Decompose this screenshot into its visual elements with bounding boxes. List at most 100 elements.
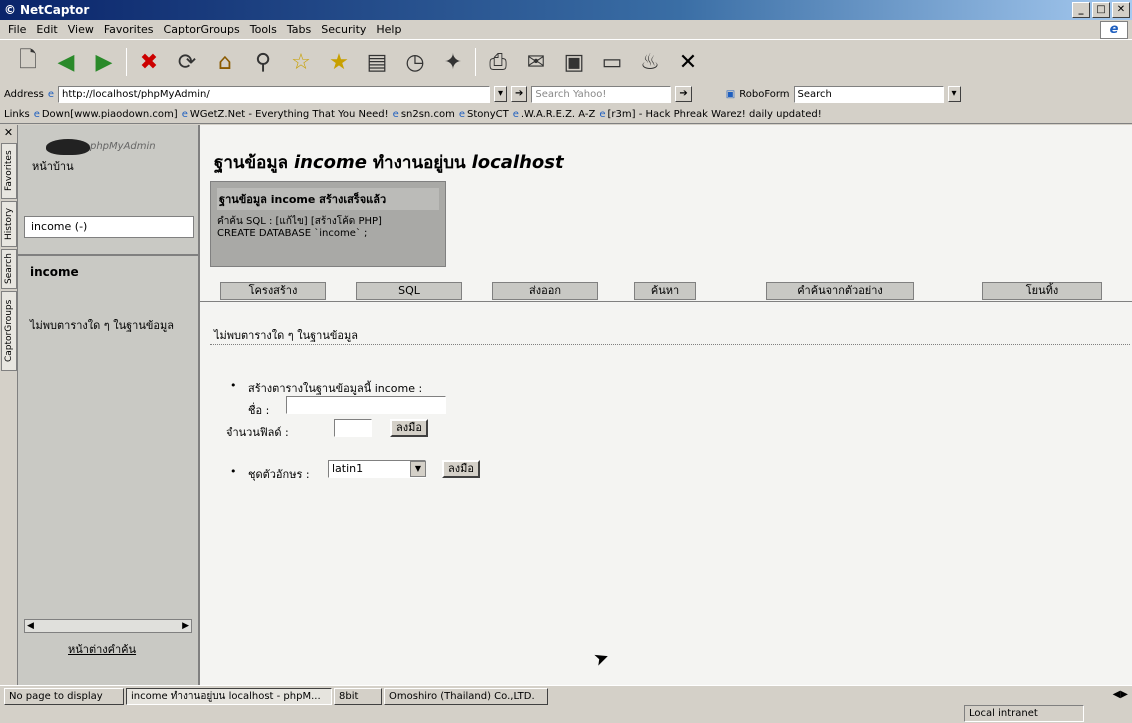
refresh-icon[interactable]: ⟳ (171, 46, 203, 78)
scroll-left-icon[interactable]: ◀ (27, 621, 34, 631)
tab-captorgroups[interactable]: CaptorGroups (1, 291, 17, 371)
database-name-link[interactable]: income (30, 265, 79, 279)
tab-omoshiro[interactable]: Omoshiro (Thailand) Co.,LTD. (384, 688, 548, 705)
scroll-right-icon[interactable]: ▶ (182, 621, 189, 631)
search-icon[interactable]: ⚲ (247, 46, 279, 78)
menu-bar: File Edit View Favorites CaptorGroups To… (0, 20, 1132, 40)
ie-page-icon: e (599, 108, 606, 120)
maximize-button[interactable]: □ (1092, 2, 1110, 18)
roboform-label[interactable]: RoboForm (739, 89, 789, 100)
link-item[interactable]: e WGetZ.Net - Everything That You Need! (182, 109, 389, 120)
menu-security[interactable]: Security (321, 23, 366, 36)
toolbar-separator (475, 48, 476, 76)
window-titlebar: © NetCaptor _ □ ✕ (0, 0, 1132, 20)
yahoo-go-icon[interactable]: ➔ (675, 86, 692, 102)
pma-content-frame: ฐานข้อมูล income ทำงานอยู่บน localhost ฐ… (200, 125, 1132, 685)
go-icon[interactable]: ➔ (511, 86, 528, 102)
address-bar: Address e http://localhost/phpMyAdmin/ ▾… (0, 84, 1132, 104)
home-icon[interactable]: ⌂ (209, 46, 241, 78)
page-view-icon[interactable]: ▣ (558, 46, 590, 78)
stop-icon[interactable]: ✖ (133, 46, 165, 78)
no-tables-message: ไม่พบตารางใด ๆ ในฐานข้อมูล (214, 329, 358, 342)
tab-favorites[interactable]: Favorites (1, 143, 17, 199)
link-item[interactable]: e StonyCT (459, 109, 509, 120)
tab-export[interactable]: ส่งออก (492, 282, 598, 300)
tab-query-by-example[interactable]: คำค้นจากตัวอย่าง (766, 282, 914, 300)
tabs-icon[interactable]: ▤ (361, 46, 393, 78)
charset-go-button[interactable]: ลงมือ (442, 460, 480, 478)
menu-tools[interactable]: Tools (250, 23, 277, 36)
tab-scroll-arrows-icon[interactable]: ◀▶ (1113, 689, 1128, 700)
minimize-button[interactable]: _ (1072, 2, 1090, 18)
links-label: Links (4, 108, 30, 120)
window-title: NetCaptor (20, 3, 90, 17)
create-table-go-button[interactable]: ลงมือ (390, 419, 428, 437)
create-table-label: สร้างตารางในฐานข้อมูลนี้ income : (248, 382, 423, 395)
table-name-input[interactable] (286, 396, 446, 414)
close-button[interactable]: ✕ (1112, 2, 1130, 18)
fullscreen-icon[interactable]: ▭ (596, 46, 628, 78)
menu-file[interactable]: File (8, 23, 26, 36)
menu-view[interactable]: View (68, 23, 94, 36)
horizontal-scrollbar[interactable]: ◀ ▶ (24, 619, 192, 633)
tab-history[interactable]: History (1, 201, 17, 247)
query-window-link[interactable]: หน้าต่างคำค้น (68, 640, 136, 658)
go-arrow-icon[interactable]: ▾ (493, 86, 508, 102)
close-tab-icon[interactable]: ✕ (672, 46, 704, 78)
add-favorite-icon[interactable]: ★ (323, 46, 355, 78)
yahoo-search-input[interactable]: Search Yahoo! (531, 85, 672, 103)
tab-search[interactable]: Search (1, 249, 17, 289)
forward-icon[interactable]: ▶ (88, 46, 120, 78)
home-link[interactable]: หน้าบ้าน (32, 157, 74, 175)
bullet-icon: • (230, 465, 237, 478)
notice-title: ฐานข้อมูล income สร้างเสร็จแล้ว (217, 188, 439, 210)
tab-income-phpmyadmin[interactable]: income ทำงานอยู่บน localhost - phpM... (126, 688, 332, 705)
charset-label: ชุดตัวอักษร : (248, 468, 310, 481)
roboform-dropdown-icon[interactable]: ▾ (947, 86, 961, 102)
link-item[interactable]: e .W.A.R.E.Z. A-Z (513, 109, 596, 120)
tab-no-page[interactable]: No page to display (4, 688, 124, 705)
ie-page-icon: e (458, 108, 465, 120)
menu-tabs[interactable]: Tabs (287, 23, 311, 36)
tab-drop[interactable]: โยนทิ้ง (982, 282, 1102, 300)
link-item[interactable]: e sn2sn.com (393, 109, 455, 120)
history-icon[interactable]: ◷ (399, 46, 431, 78)
chevron-down-icon[interactable]: ▼ (410, 461, 426, 477)
field-count-input[interactable] (334, 419, 372, 437)
phpmyadmin-logo-icon[interactable] (46, 139, 90, 155)
link-item[interactable]: e [r3m] - Hack Phreak Warez! daily update… (599, 109, 821, 120)
address-label: Address (4, 88, 44, 100)
menu-captorgroups[interactable]: CaptorGroups (164, 23, 240, 36)
favorites-star-icon[interactable]: ☆ (285, 46, 317, 78)
tab-search[interactable]: ค้นหา (634, 282, 696, 300)
clean-icon[interactable]: ♨ (634, 46, 666, 78)
popup-killer-icon[interactable]: ✦ (437, 46, 469, 78)
menu-help[interactable]: Help (376, 23, 401, 36)
database-select[interactable]: income (-) (24, 216, 194, 238)
main-toolbar: 🗋 ◀ ▶ ✖ ⟳ ⌂ ⚲ ☆ ★ ▤ ◷ ✦ ⎙ ✉ ▣ ▭ ♨ ✕ (0, 41, 1132, 83)
close-explorer-icon[interactable]: ✕ (0, 125, 17, 141)
logo-text: phpMyAdmin (90, 141, 156, 152)
explorer-bar-tabs: ✕ Favorites History Search CaptorGroups (0, 125, 18, 685)
sql-query-label: คำค้น SQL : [แก้ไข] [สร้างโค้ด PHP] (217, 216, 382, 227)
page-tabs-bar: No page to display income ทำงานอยู่บน lo… (0, 685, 1132, 723)
page-icon: e (47, 88, 54, 100)
menu-favorites[interactable]: Favorites (104, 23, 154, 36)
url-input[interactable]: http://localhost/phpMyAdmin/ (57, 85, 490, 103)
print-icon[interactable]: ⎙ (482, 46, 514, 78)
new-page-icon[interactable]: 🗋 (12, 46, 44, 78)
back-icon[interactable]: ◀ (50, 46, 82, 78)
tab-structure[interactable]: โครงสร้าง (220, 282, 326, 300)
roboform-icon: ▣ (725, 88, 736, 100)
divider (200, 301, 1132, 302)
menu-edit[interactable]: Edit (36, 23, 57, 36)
tab-sql[interactable]: SQL (356, 282, 462, 300)
security-zone: Local intranet (964, 705, 1084, 722)
table-name-label: ชื่อ : (248, 404, 270, 417)
tab-8bit[interactable]: 8bit (334, 688, 382, 705)
link-item[interactable]: e Down[www.piaodown.com] (34, 109, 178, 120)
mail-icon[interactable]: ✉ (520, 46, 552, 78)
bullet-icon: • (230, 379, 237, 392)
divider (18, 254, 198, 256)
roboform-search-input[interactable]: Search (793, 85, 944, 103)
